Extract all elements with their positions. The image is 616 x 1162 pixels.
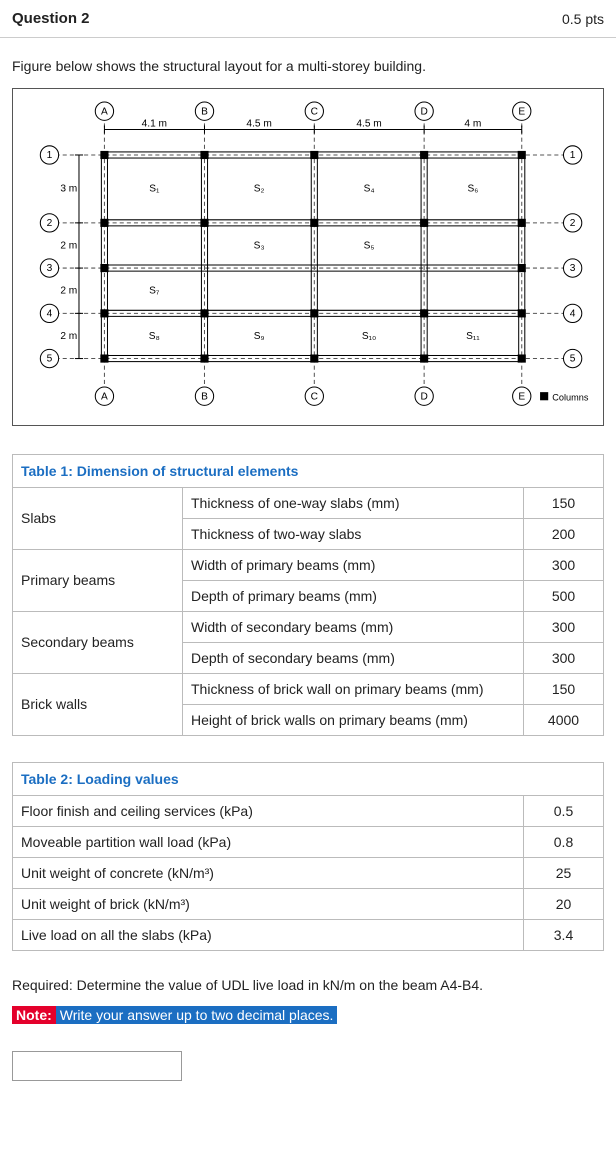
table-row: 200 bbox=[524, 518, 604, 549]
svg-text:2: 2 bbox=[570, 218, 576, 229]
answer-input[interactable] bbox=[12, 1051, 182, 1081]
svg-text:4: 4 bbox=[47, 308, 53, 319]
col-label-C: C bbox=[311, 106, 318, 117]
table1-group-3: Brick walls bbox=[13, 673, 183, 735]
table-row: Depth of secondary beams (mm) bbox=[183, 642, 524, 673]
table-row: 0.8 bbox=[524, 826, 604, 857]
svg-text:S₈: S₈ bbox=[149, 331, 160, 342]
svg-text:3: 3 bbox=[570, 263, 576, 274]
svg-text:E: E bbox=[518, 391, 525, 402]
question-header: Question 2 0.5 pts bbox=[0, 0, 616, 38]
svg-text:S₉: S₉ bbox=[254, 331, 265, 342]
svg-text:2 m: 2 m bbox=[60, 285, 77, 296]
svg-text:2 m: 2 m bbox=[60, 331, 77, 342]
table-row: 500 bbox=[524, 580, 604, 611]
svg-text:B: B bbox=[201, 391, 208, 402]
table-row: Thickness of two-way slabs bbox=[183, 518, 524, 549]
table-row: Floor finish and ceiling services (kPa) bbox=[13, 795, 524, 826]
svg-text:4: 4 bbox=[570, 308, 576, 319]
svg-text:S₃: S₃ bbox=[254, 241, 265, 252]
svg-text:S₂: S₂ bbox=[254, 184, 265, 195]
structural-layout-svg: A B C D E A B C D E 1 2 3 4 5 1 2 bbox=[23, 99, 593, 415]
svg-text:S₁₁: S₁₁ bbox=[466, 331, 480, 342]
table-row: 300 bbox=[524, 549, 604, 580]
structural-figure: A B C D E A B C D E 1 2 3 4 5 1 2 bbox=[12, 88, 604, 426]
table-row: 150 bbox=[524, 673, 604, 704]
svg-text:S₆: S₆ bbox=[467, 184, 478, 195]
col-label-E: E bbox=[518, 106, 525, 117]
table-row: Unit weight of brick (kN/m³) bbox=[13, 888, 524, 919]
table-row: 0.5 bbox=[524, 795, 604, 826]
table-row: Unit weight of concrete (kN/m³) bbox=[13, 857, 524, 888]
table-row: 25 bbox=[524, 857, 604, 888]
svg-text:C: C bbox=[311, 391, 318, 402]
table-row: Live load on all the slabs (kPa) bbox=[13, 919, 524, 950]
table1-caption: Table 1: Dimension of structural element… bbox=[13, 454, 604, 487]
table2-caption: Table 2: Loading values bbox=[13, 762, 604, 795]
question-title: Question 2 bbox=[12, 10, 90, 27]
question-points: 0.5 pts bbox=[562, 11, 604, 27]
intro-text: Figure below shows the structural layout… bbox=[12, 58, 604, 74]
svg-text:S₄: S₄ bbox=[364, 184, 375, 195]
svg-text:S₁: S₁ bbox=[149, 184, 160, 195]
legend-columns: Columns bbox=[552, 392, 589, 402]
table-row: Height of brick walls on primary beams (… bbox=[183, 704, 524, 735]
note-text: Write your answer up to two decimal plac… bbox=[56, 1006, 338, 1024]
svg-text:5: 5 bbox=[570, 354, 576, 365]
required-text: Required: Determine the value of UDL liv… bbox=[12, 977, 604, 993]
table-row: Thickness of one-way slabs (mm) bbox=[183, 487, 524, 518]
svg-text:5: 5 bbox=[47, 354, 53, 365]
table-row: Moveable partition wall load (kPa) bbox=[13, 826, 524, 857]
svg-text:3 m: 3 m bbox=[60, 184, 77, 195]
svg-text:1: 1 bbox=[47, 150, 53, 161]
svg-text:S₇: S₇ bbox=[149, 285, 160, 296]
table-1: Table 1: Dimension of structural element… bbox=[12, 454, 604, 736]
svg-text:1: 1 bbox=[570, 150, 576, 161]
svg-text:3: 3 bbox=[47, 263, 53, 274]
svg-text:4.1 m: 4.1 m bbox=[142, 118, 167, 129]
svg-text:A: A bbox=[101, 391, 108, 402]
svg-text:2: 2 bbox=[47, 218, 53, 229]
table-row: Width of primary beams (mm) bbox=[183, 549, 524, 580]
table1-group-0: Slabs bbox=[13, 487, 183, 549]
note-label: Note: bbox=[12, 1006, 56, 1024]
table-row: 3.4 bbox=[524, 919, 604, 950]
table1-group-2: Secondary beams bbox=[13, 611, 183, 673]
svg-text:4 m: 4 m bbox=[464, 118, 481, 129]
table1-group-1: Primary beams bbox=[13, 549, 183, 611]
table-2: Table 2: Loading values Floor finish and… bbox=[12, 762, 604, 951]
col-label-B: B bbox=[201, 106, 208, 117]
col-label-A: A bbox=[101, 106, 108, 117]
table-row: 300 bbox=[524, 611, 604, 642]
question-content: Figure below shows the structural layout… bbox=[0, 38, 616, 1101]
svg-text:S₅: S₅ bbox=[364, 241, 375, 252]
table-row: 150 bbox=[524, 487, 604, 518]
table-row: Thickness of brick wall on primary beams… bbox=[183, 673, 524, 704]
svg-text:S₁₀: S₁₀ bbox=[362, 331, 376, 342]
table-row: 300 bbox=[524, 642, 604, 673]
svg-text:D: D bbox=[420, 391, 427, 402]
table-row: Width of secondary beams (mm) bbox=[183, 611, 524, 642]
note-line: Note:Write your answer up to two decimal… bbox=[12, 1007, 604, 1023]
svg-text:2 m: 2 m bbox=[60, 241, 77, 252]
table-row: 20 bbox=[524, 888, 604, 919]
svg-text:4.5 m: 4.5 m bbox=[246, 118, 271, 129]
col-label-D: D bbox=[420, 106, 427, 117]
table-row: Depth of primary beams (mm) bbox=[183, 580, 524, 611]
table-row: 4000 bbox=[524, 704, 604, 735]
svg-text:4.5 m: 4.5 m bbox=[356, 118, 381, 129]
